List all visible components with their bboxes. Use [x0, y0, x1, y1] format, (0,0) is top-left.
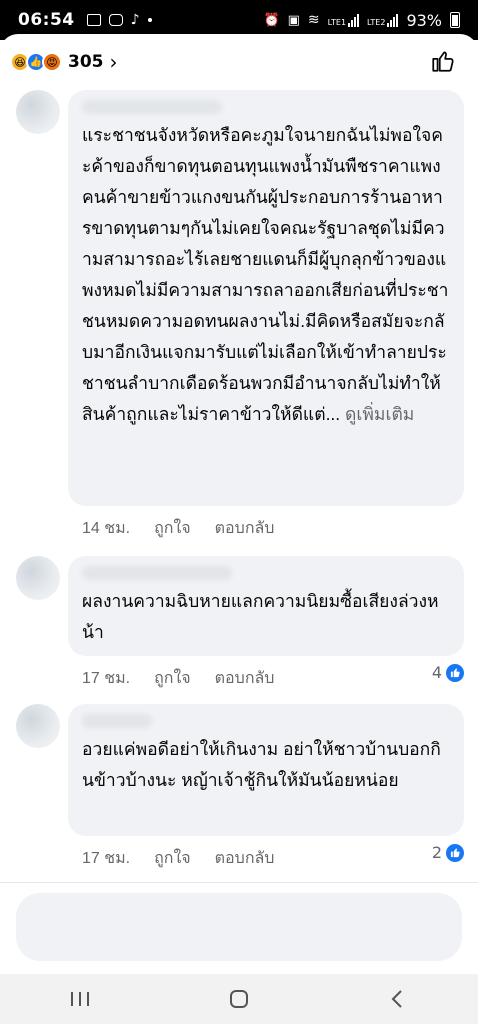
comment-time: 17 ชม. — [82, 850, 131, 867]
comment-like-count[interactable]: 4 — [432, 663, 464, 682]
notification-icons: ♪ — [86, 12, 152, 28]
reply-action-button[interactable]: ตอบกลับ — [215, 846, 275, 871]
author-name-blurred[interactable] — [82, 566, 232, 580]
like-action-button[interactable]: ถูกใจ — [154, 516, 191, 541]
like-count-number: 4 — [431, 663, 442, 682]
comment-composer-area — [0, 882, 478, 974]
angry-icon: 😡 — [42, 52, 62, 72]
nfc-icon: ▣ — [287, 12, 300, 28]
battery-percent: 93% — [406, 10, 442, 30]
back-icon — [391, 990, 403, 1008]
reply-action-button[interactable]: ตอบกลับ — [215, 516, 275, 541]
thumbs-up-icon[interactable] — [430, 48, 456, 74]
comment-meta: 14 ชม. ถูกใจ ตอบกลับ — [82, 516, 274, 541]
like-action-button[interactable]: ถูกใจ — [154, 846, 191, 871]
avatar[interactable] — [16, 90, 60, 134]
sim1-label: LTE1 — [327, 18, 347, 27]
comment-text: แระชาชนจังหวัดหรือคะภูมใจนายกฉันไม่พอใจค… — [82, 120, 450, 430]
like-badge-icon — [446, 663, 464, 682]
back-button[interactable] — [378, 984, 418, 1014]
recent-apps-icon — [70, 992, 89, 1006]
avatar[interactable] — [16, 556, 60, 600]
sim2-signal: LTE2 — [367, 13, 399, 27]
home-icon — [229, 990, 248, 1008]
reply-action-button[interactable]: ตอบกลับ — [215, 666, 275, 691]
like-action-button[interactable]: ถูกใจ — [154, 666, 191, 691]
comment-time: 17 ชม. — [82, 670, 131, 687]
author-name-blurred[interactable] — [82, 100, 222, 114]
home-button[interactable] — [219, 984, 259, 1014]
comment-text: อวยแค่พอดีอย่าให้เกินงาม อย่าให้ชาวบ้านบ… — [82, 739, 441, 790]
battery-icon — [450, 12, 460, 28]
wifi-icon: ≋ — [307, 12, 320, 28]
gallery-icon — [86, 14, 101, 26]
comment-input[interactable] — [16, 893, 462, 961]
more-notifications-dot — [147, 18, 152, 22]
comment-bubble[interactable]: ผลงานความฉิบหายแลกความนิยมซื้อเสียงล่วงห… — [68, 556, 464, 656]
status-time: 06:54 — [18, 10, 75, 30]
comment-meta: 17 ชม. ถูกใจ ตอบกลับ — [82, 846, 274, 871]
like-badge-icon — [446, 843, 464, 862]
recent-apps-button[interactable] — [60, 984, 100, 1014]
author-name-blurred[interactable] — [82, 714, 152, 728]
comment-text: ผลงานความฉิบหายแลกความนิยมซื้อเสียงล่วงห… — [82, 591, 439, 642]
like-count-number: 2 — [431, 843, 442, 862]
comment-meta: 17 ชม. ถูกใจ ตอบกลับ — [82, 666, 274, 691]
sim2-label: LTE2 — [367, 18, 386, 27]
avatar[interactable] — [16, 704, 60, 748]
reaction-count: 305 — [68, 52, 104, 72]
sim1-signal: LTE1 — [327, 13, 360, 27]
chevron-right-icon: › — [109, 50, 118, 74]
see-more-link[interactable]: ดูเพิ่มเติม — [345, 404, 414, 424]
status-right: ⏰ ▣ ≋ LTE1 LTE2 93% — [263, 11, 460, 30]
reactions-summary[interactable]: 😆 👍 😡 305 › — [10, 46, 118, 78]
alarm-icon: ⏰ — [263, 12, 280, 28]
tiktok-icon: ♪ — [130, 12, 140, 28]
comment-bubble[interactable]: แระชาชนจังหวัดหรือคะภูมใจนายกฉันไม่พอใจค… — [68, 90, 464, 506]
line-app-icon — [108, 14, 123, 26]
comment-bubble[interactable]: อวยแค่พอดีอย่าให้เกินงาม อย่าให้ชาวบ้านบ… — [68, 704, 464, 836]
comment-time: 14 ชม. — [82, 520, 131, 537]
comment-body: แระชาชนจังหวัดหรือคะภูมใจนายกฉันไม่พอใจค… — [82, 125, 449, 424]
comment-like-count[interactable]: 2 — [432, 843, 464, 862]
system-nav-bar — [0, 974, 478, 1024]
